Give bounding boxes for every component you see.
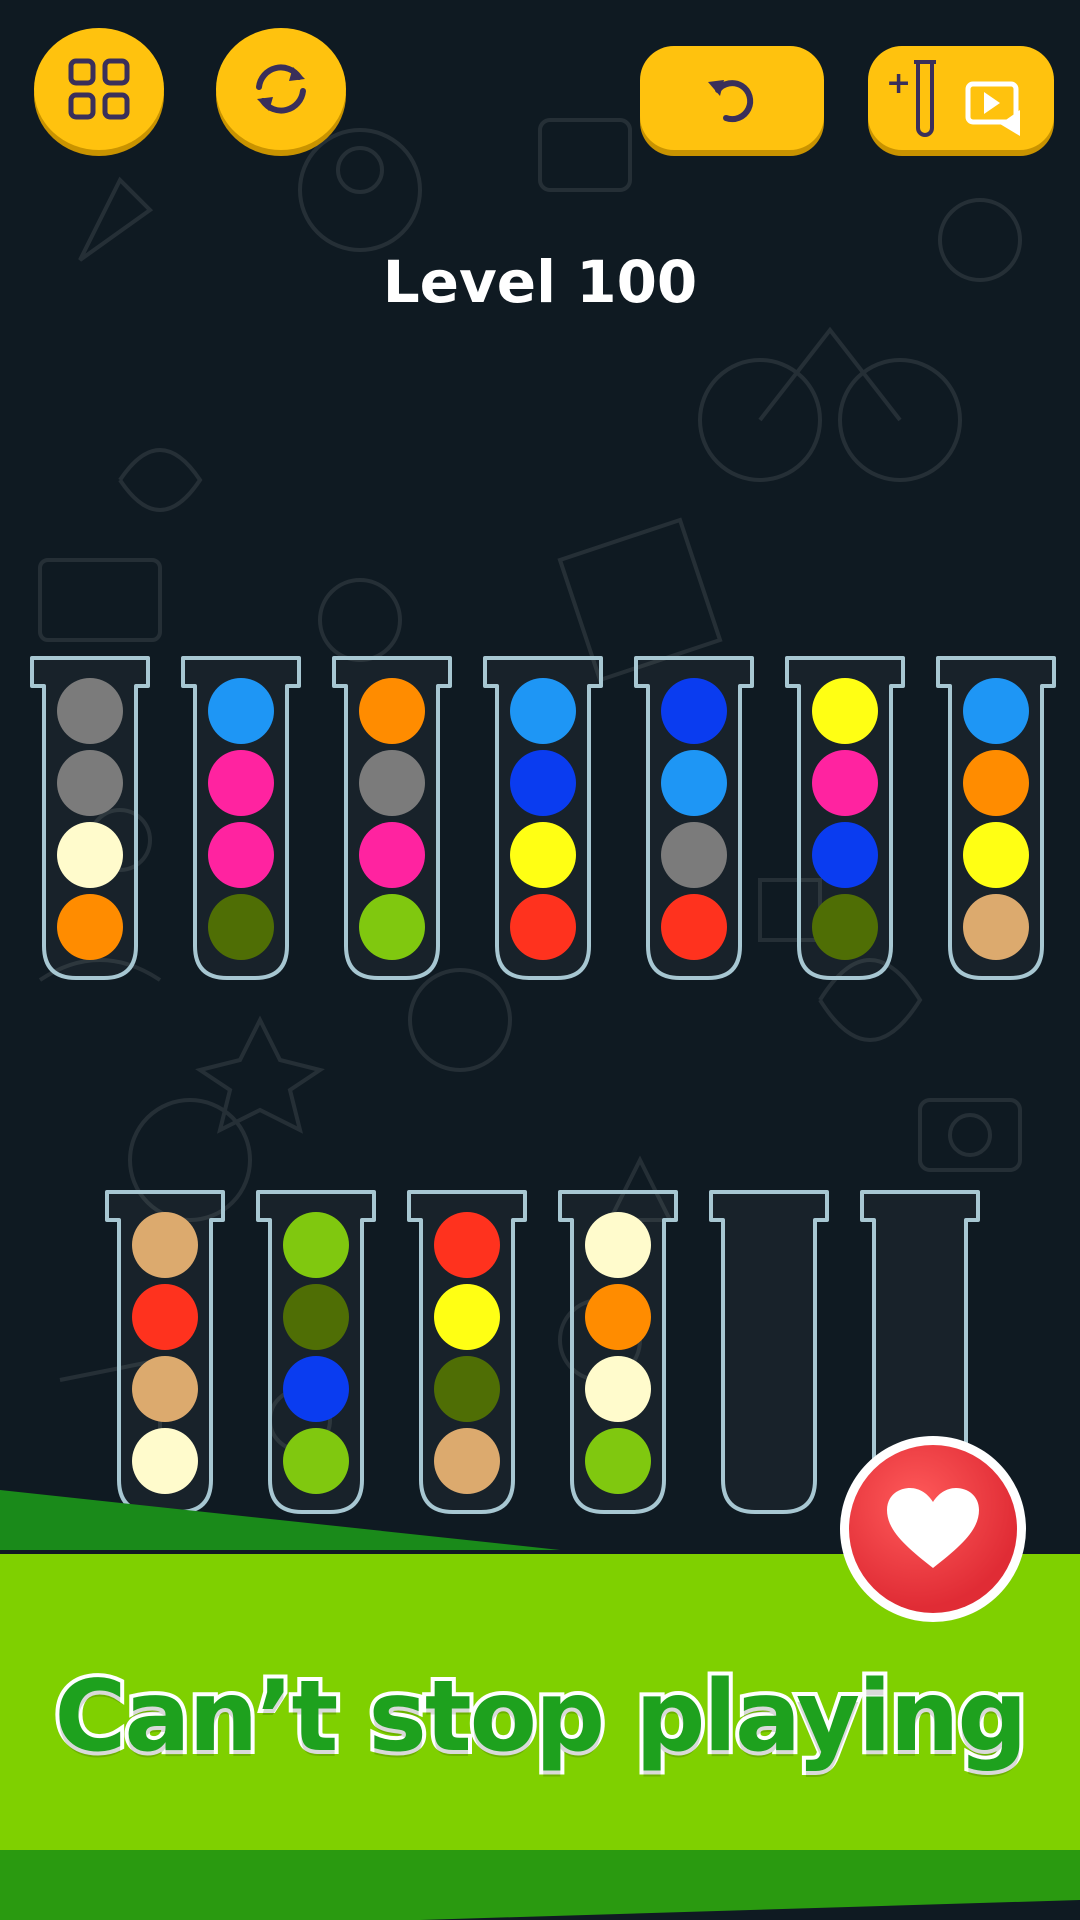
top-tube-2[interactable]: [179, 656, 303, 982]
ball-orange: [585, 1284, 651, 1350]
ball-tan: [132, 1356, 198, 1422]
ball-gray: [359, 750, 425, 816]
ball-orange: [359, 678, 425, 744]
bottom-tube-4[interactable]: [556, 1190, 680, 1516]
ball-gray: [661, 822, 727, 888]
ball-lime: [283, 1428, 349, 1494]
ball-gray: [57, 678, 123, 744]
ball-gray: [57, 750, 123, 816]
add-tube-button[interactable]: +: [868, 46, 1054, 150]
bottom-tube-5[interactable]: [707, 1190, 831, 1516]
ball-yellow: [510, 822, 576, 888]
bottom-tube-2[interactable]: [254, 1190, 378, 1516]
ball-blue: [661, 678, 727, 744]
ball-blue: [510, 750, 576, 816]
add-tube-video-icon: [914, 60, 1020, 137]
ball-cream: [132, 1428, 198, 1494]
level-menu-button[interactable]: [34, 28, 164, 150]
restart-icon: [256, 64, 306, 114]
ball-cream: [585, 1356, 651, 1422]
ball-red: [132, 1284, 198, 1350]
ball-cream: [57, 822, 123, 888]
ball-cream: [585, 1212, 651, 1278]
ball-red: [510, 894, 576, 960]
bottom-tube-1[interactable]: [103, 1190, 227, 1516]
ball-magenta: [812, 750, 878, 816]
ball-tan: [132, 1212, 198, 1278]
ball-magenta: [359, 822, 425, 888]
top-tube-5[interactable]: [632, 656, 756, 982]
top-tube-4[interactable]: [481, 656, 605, 982]
ball-lime: [359, 894, 425, 960]
ball-yellow: [434, 1284, 500, 1350]
ball-olive: [434, 1356, 500, 1422]
ball-skyblue: [963, 678, 1029, 744]
ball-olive: [283, 1284, 349, 1350]
ball-blue: [812, 822, 878, 888]
top-tube-3[interactable]: [330, 656, 454, 982]
ball-skyblue: [510, 678, 576, 744]
heart-icon: [887, 1488, 979, 1568]
ball-magenta: [208, 750, 274, 816]
ball-yellow: [963, 822, 1029, 888]
grid-icon: [68, 58, 130, 120]
ball-skyblue: [208, 678, 274, 744]
ball-olive: [208, 894, 274, 960]
ball-tan: [434, 1428, 500, 1494]
ball-red: [434, 1212, 500, 1278]
undo-icon: [708, 80, 754, 123]
bottom-tube-3[interactable]: [405, 1190, 529, 1516]
ball-blue: [283, 1356, 349, 1422]
like-button[interactable]: [840, 1436, 1026, 1622]
ball-olive: [812, 894, 878, 960]
ball-lime: [283, 1212, 349, 1278]
top-tube-7[interactable]: [934, 656, 1058, 982]
ball-red: [661, 894, 727, 960]
ball-yellow: [812, 678, 878, 744]
restart-button[interactable]: [216, 28, 346, 150]
undo-button[interactable]: [640, 46, 824, 150]
ball-orange: [57, 894, 123, 960]
promo-text: Can’t stop playing: [50, 1656, 1031, 1778]
like-button-face: [849, 1445, 1017, 1613]
level-title: Level 100: [382, 248, 698, 316]
ball-magenta: [208, 822, 274, 888]
top-tube-6[interactable]: [783, 656, 907, 982]
ball-skyblue: [661, 750, 727, 816]
top-tube-1[interactable]: [28, 656, 152, 982]
ball-tan: [963, 894, 1029, 960]
ball-orange: [963, 750, 1029, 816]
ball-lime: [585, 1428, 651, 1494]
